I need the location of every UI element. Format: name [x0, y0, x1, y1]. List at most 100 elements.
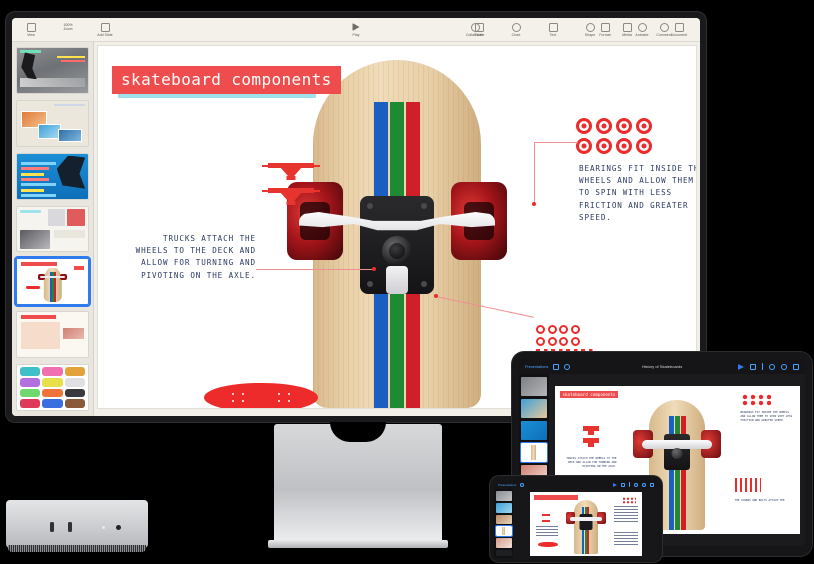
zoom-control[interactable]: 100% Zoom — [55, 23, 81, 37]
slide-thumbnail-4[interactable] — [16, 205, 89, 253]
slide-thumbnail-2[interactable] — [16, 99, 89, 147]
thumb7-grid — [19, 366, 86, 409]
power-led — [102, 526, 105, 529]
ipad-view-icon[interactable] — [520, 482, 525, 487]
display-stand-neck — [274, 424, 442, 542]
animate-button[interactable]: Animate — [629, 22, 655, 37]
document-label: Document — [670, 32, 688, 37]
skateboard-photo — [287, 60, 507, 408]
view-icon — [26, 22, 36, 32]
thumb5-truck — [40, 276, 65, 279]
macbook-slide-title: skateboard components — [559, 391, 619, 398]
thumb3-figure — [56, 155, 86, 189]
macbook-callout-trucks: TRUCKS ATTACH THE WHEELS TO THE DECK AND… — [566, 456, 617, 468]
thumb1-tag3 — [61, 59, 86, 62]
deck-silhouette-illustration — [204, 383, 318, 408]
callout-trucks[interactable]: TRUCKS ATTACH THE WHEELS TO THE DECK AND… — [126, 233, 256, 282]
ipad-callout-trucks — [535, 525, 558, 538]
baseplate-screw-1 — [367, 203, 373, 209]
play-icon[interactable] — [613, 482, 617, 487]
insert-icon[interactable] — [629, 482, 630, 487]
ipad-thumb-deck — [502, 527, 505, 536]
ipad-screen: Presentations — [494, 480, 658, 558]
play-button[interactable]: Play — [352, 22, 360, 37]
text-label: Text — [549, 32, 557, 37]
anchor-dot-screws — [434, 294, 438, 298]
truck-foot-2 — [286, 201, 296, 205]
collaborate-icon[interactable] — [769, 363, 775, 370]
nut-ring — [547, 325, 557, 334]
callout-bearings[interactable]: BEARINGS FIT INSIDE THE WHEELS AND ALLOW… — [579, 163, 696, 224]
format-button[interactable]: Format — [592, 22, 618, 37]
format-brush-icon[interactable] — [621, 482, 625, 487]
ipad-body — [494, 489, 658, 558]
insert-icon[interactable] — [761, 363, 763, 370]
ipad-canvas[interactable] — [513, 489, 658, 558]
bearing-ring — [616, 138, 632, 154]
usb-c-port-1 — [50, 522, 54, 532]
baseplate-screw-2 — [421, 203, 427, 209]
format-brush-icon[interactable] — [749, 363, 756, 370]
insert-chart-button[interactable]: Chart — [503, 22, 529, 37]
truck-foot-1 — [286, 176, 296, 180]
animate-icon[interactable] — [781, 363, 787, 370]
truck-illustration-2 — [262, 188, 320, 205]
connector-trucks — [256, 269, 374, 270]
anchor-dot-bearings — [532, 202, 536, 206]
thumb5-deck-silhouette — [25, 286, 40, 289]
sd-card-slot — [116, 525, 121, 530]
add-slide-button[interactable]: Add Slide — [92, 22, 118, 37]
mac-studio — [6, 500, 148, 552]
thumb6-textbox — [20, 322, 61, 350]
ipad-thumb-1[interactable] — [495, 491, 512, 501]
ipad-add-slide-button[interactable] — [495, 549, 512, 557]
insert-text-button[interactable]: Text — [540, 22, 566, 37]
slide-thumbnail-7[interactable] — [16, 364, 89, 412]
thumb4-photo-a — [48, 209, 66, 227]
slide-thumbnail-3[interactable] — [16, 152, 89, 200]
macbook-thumb-2[interactable] — [521, 399, 547, 418]
toolbar-right-group: Format Animate Document — [592, 22, 692, 37]
play-icon[interactable] — [737, 363, 744, 370]
thumb6-photo — [63, 327, 85, 340]
slide-thumbnail-6[interactable] — [16, 311, 89, 359]
ipad-thumb-4[interactable] — [494, 525, 513, 538]
macbook-thumb-3[interactable] — [521, 421, 547, 440]
usb-c-port-2 — [68, 522, 72, 532]
slide-title[interactable]: skateboard components — [112, 66, 341, 94]
ipad-slide-navigator[interactable] — [494, 489, 513, 558]
view-options-icon[interactable] — [564, 363, 571, 370]
view-label: View — [27, 32, 35, 37]
view-button[interactable]: View — [18, 22, 44, 37]
ipad-truck-icon-2 — [541, 519, 550, 522]
sidebar-toggle-icon[interactable] — [553, 363, 560, 370]
add-slide-icon — [100, 22, 110, 32]
document-button[interactable]: Document — [666, 22, 692, 37]
macbook-bearings — [740, 394, 771, 406]
nut-ring — [536, 336, 545, 346]
macbook-thumb-4[interactable] — [520, 442, 548, 463]
macbook-thumb-1[interactable] — [521, 377, 547, 396]
collaborate-icon[interactable] — [634, 482, 638, 487]
ipad-toolbar: Presentations — [494, 480, 658, 489]
ipad-current-slide[interactable] — [529, 491, 642, 556]
ipad-thumb-5[interactable] — [495, 538, 512, 548]
document-icon[interactable] — [793, 363, 799, 370]
slide-navigator[interactable] — [12, 42, 94, 416]
slide-thumbnail-1[interactable] — [16, 47, 89, 94]
thumb5-bearings — [73, 265, 84, 270]
thumb4-photo-c — [19, 229, 50, 249]
macbook-toolbar: Presentations History of Skateboards — [519, 359, 805, 374]
collaborate-button[interactable]: Collaborate — [466, 22, 484, 37]
ipad-thumb-3[interactable] — [495, 514, 512, 525]
zoom-label: Zoom — [63, 26, 73, 31]
slide-thumbnail-5[interactable] — [14, 256, 91, 308]
ipad-thumb-2[interactable] — [495, 502, 512, 513]
text-icon — [548, 22, 558, 32]
animate-icon[interactable] — [642, 482, 646, 487]
bearing-ring — [616, 118, 632, 134]
document-icon[interactable] — [650, 482, 654, 487]
chart-icon — [511, 22, 521, 32]
ipad-back-to-presentations[interactable]: Presentations — [498, 483, 516, 487]
back-to-presentations[interactable]: Presentations — [525, 365, 548, 369]
